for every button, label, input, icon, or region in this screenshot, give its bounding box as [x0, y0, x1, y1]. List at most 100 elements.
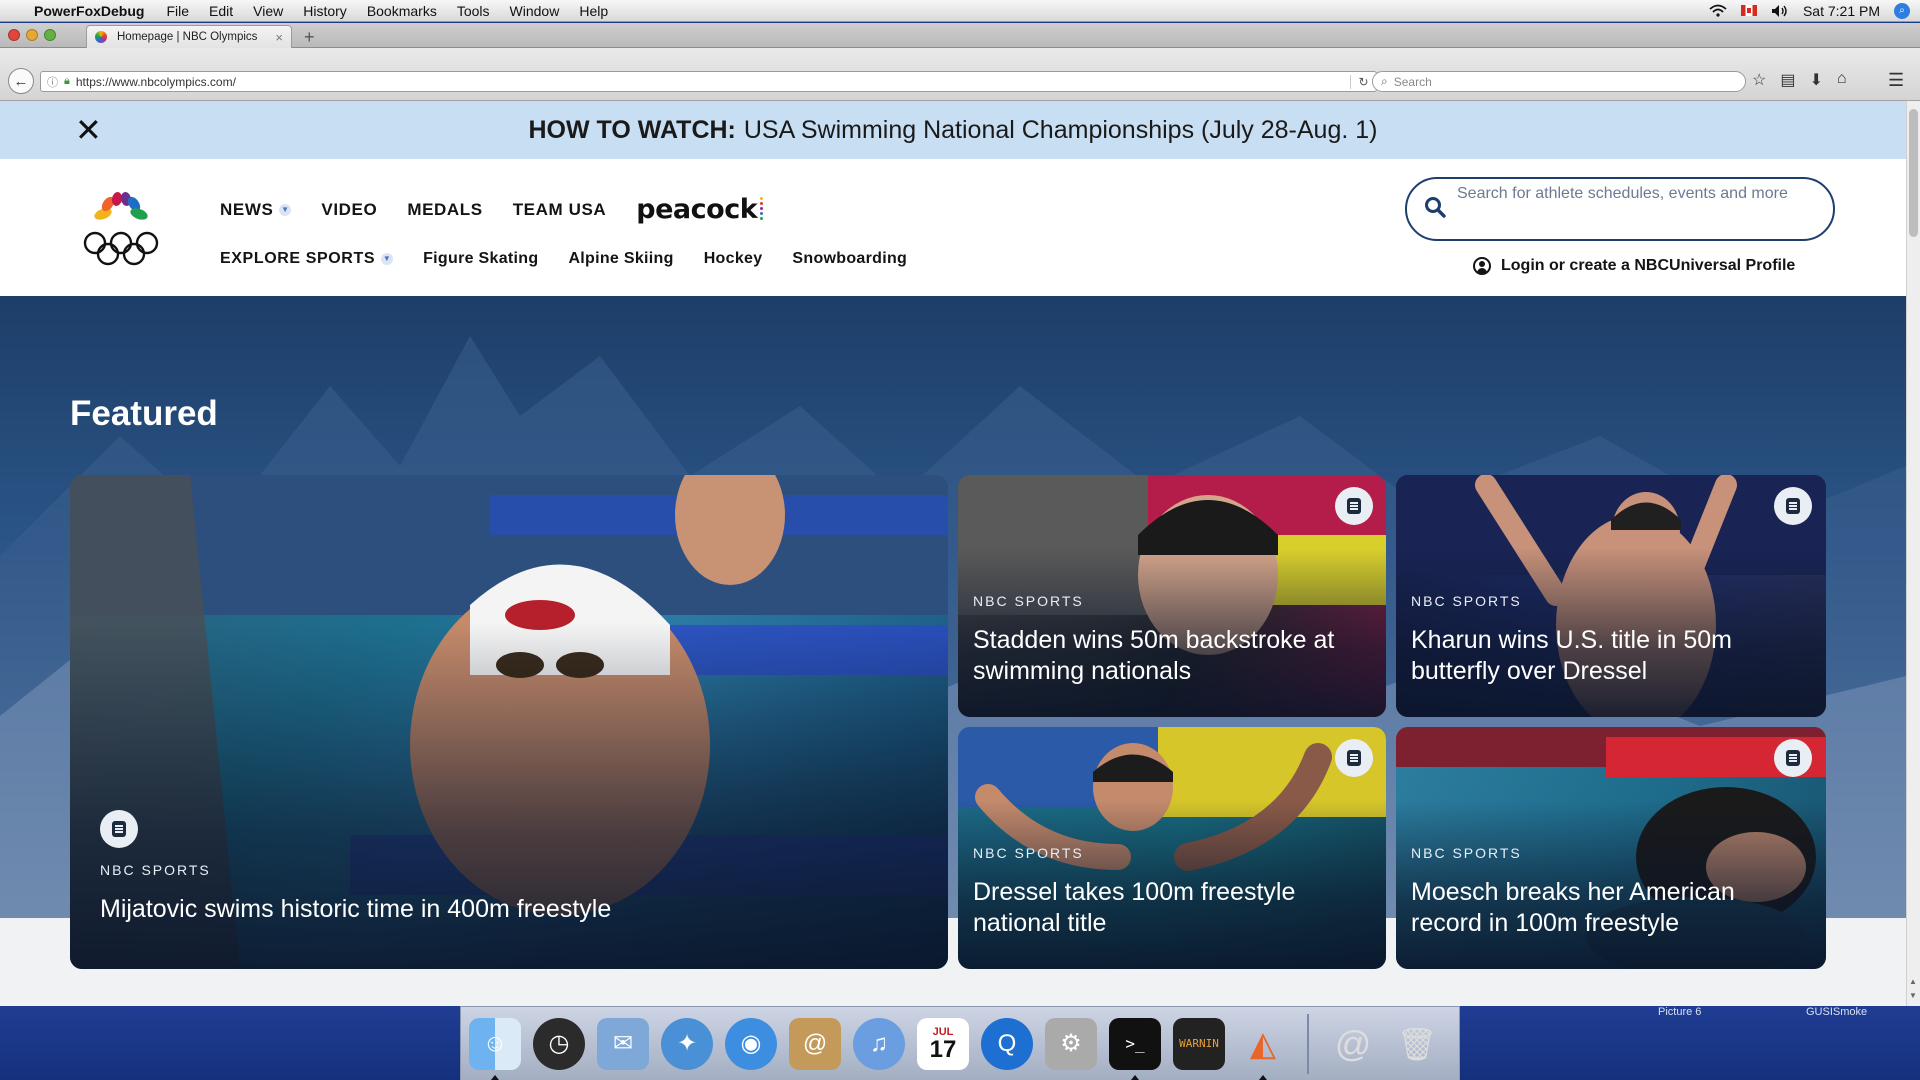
close-window-icon[interactable]: [8, 29, 20, 41]
chevron-down-icon: ▼: [279, 204, 292, 217]
back-button[interactable]: ←: [8, 68, 34, 94]
zoom-window-icon[interactable]: [44, 29, 56, 41]
quicktime-icon[interactable]: Q: [981, 1017, 1033, 1070]
user-icon: [1473, 257, 1491, 275]
menu-help[interactable]: Help: [579, 3, 608, 19]
dashboard-icon[interactable]: ◷: [533, 1017, 585, 1070]
card-source: NBC SPORTS: [100, 862, 211, 878]
menu-edit[interactable]: Edit: [209, 3, 233, 19]
nav-team-usa[interactable]: TEAM USA: [513, 200, 607, 220]
minimize-window-icon[interactable]: [26, 29, 38, 41]
page-scrollbar[interactable]: ▲ ▼: [1906, 101, 1920, 1006]
trash-icon[interactable]: 🗑︎: [1391, 1018, 1443, 1070]
system-preferences-icon[interactable]: ⚙: [1045, 1017, 1097, 1070]
card-title[interactable]: Dressel takes 100m freestyle national ti…: [973, 877, 1373, 939]
featured-card-main[interactable]: NBC SPORTS Mijatovic swims historic time…: [70, 475, 948, 969]
itunes-icon[interactable]: ♫: [853, 1017, 905, 1070]
search-icon[interactable]: [1424, 196, 1446, 218]
safari-icon[interactable]: ✦: [661, 1017, 713, 1070]
featured-card-5[interactable]: NBC SPORTS Moesch breaks her American re…: [1396, 727, 1826, 969]
desktop-file-label[interactable]: GUSISmoke: [1806, 1006, 1867, 1018]
banner-text[interactable]: USA Swimming National Championships (Jul…: [744, 116, 1378, 145]
browser-search-field[interactable]: ⌕ Search: [1372, 71, 1746, 92]
nbc-olympics-logo[interactable]: [82, 188, 160, 268]
card-title[interactable]: Moesch breaks her American record in 100…: [1411, 877, 1811, 939]
nav-explore-sports[interactable]: EXPLORE SPORTS ▼: [220, 250, 394, 268]
downloads-icon[interactable]: ⬇: [1809, 70, 1822, 90]
browser-search-placeholder[interactable]: Search: [1394, 75, 1432, 89]
peacock-dots-icon: [760, 197, 764, 220]
url-bar[interactable]: ⓘ 🔒︎ https://www.nbcolympics.com/ ↻: [40, 71, 1377, 92]
tab-nbc-olympics[interactable]: Homepage | NBC Olympics ×: [86, 25, 292, 48]
card-title[interactable]: Stadden wins 50m backstroke at swimming …: [973, 625, 1373, 687]
article-icon: [1335, 739, 1373, 777]
featured-card-2[interactable]: NBC SPORTS Stadden wins 50m backstroke a…: [958, 475, 1386, 717]
ichat-icon[interactable]: ◉: [725, 1017, 777, 1070]
menu-view[interactable]: View: [253, 3, 283, 19]
firefox-fox-icon[interactable]: ◭: [1237, 1018, 1289, 1080]
nav-video[interactable]: VIDEO: [321, 200, 377, 220]
terminal-icon[interactable]: >_: [1109, 1017, 1161, 1080]
site-info-icon[interactable]: ⓘ: [47, 74, 58, 90]
new-tab-button[interactable]: +: [304, 27, 315, 48]
tab-title: Homepage | NBC Olympics: [117, 31, 258, 43]
menu-window[interactable]: Window: [510, 3, 560, 19]
nav-medals[interactable]: MEDALS: [407, 200, 482, 220]
input-source-flag-icon[interactable]: [1740, 5, 1757, 16]
wifi-icon[interactable]: [1709, 4, 1727, 17]
home-icon[interactable]: ⌂: [1837, 70, 1847, 90]
scroll-up-icon[interactable]: ▲: [1909, 977, 1917, 986]
nav-sport-hockey[interactable]: Hockey: [704, 250, 763, 268]
menu-bookmarks[interactable]: Bookmarks: [367, 3, 437, 19]
nav-sport-figure-skating[interactable]: Figure Skating: [423, 250, 538, 268]
ical-icon[interactable]: JUL 17: [917, 1017, 969, 1070]
menu-tools[interactable]: Tools: [457, 3, 490, 19]
scrollbar-thumb[interactable]: [1909, 109, 1918, 237]
nbc-favicon-icon: [95, 31, 107, 43]
nav-news[interactable]: NEWS ▼: [220, 200, 292, 220]
scroll-down-icon[interactable]: ▼: [1909, 991, 1917, 1000]
banner-close-icon[interactable]: ✕: [75, 111, 102, 149]
finder-icon[interactable]: ☺: [469, 1017, 521, 1080]
dock-separator: [1307, 1013, 1309, 1074]
desktop-file-label[interactable]: Picture 6: [1658, 1006, 1701, 1018]
reading-list-icon[interactable]: ▤: [1780, 70, 1795, 90]
featured-card-4[interactable]: NBC SPORTS Dressel takes 100m freestyle …: [958, 727, 1386, 969]
login-text[interactable]: Login or create a NBCUniversal Profile: [1501, 257, 1795, 275]
menu-file[interactable]: File: [166, 3, 189, 19]
menu-hamburger-icon[interactable]: ☰: [1888, 70, 1904, 91]
featured-card-3[interactable]: NBC SPORTS Kharun wins U.S. title in 50m…: [1396, 475, 1826, 717]
console-icon[interactable]: WARNIN: [1173, 1017, 1225, 1070]
how-to-watch-banner[interactable]: ✕ HOW TO WATCH: USA Swimming National Ch…: [0, 101, 1906, 159]
tab-close-icon[interactable]: ×: [275, 30, 283, 45]
mac-dock: ☺ ◷ ✉ ✦ ◉ @ ♫ JUL 17 Q ⚙ >_ WARNIN ◭ @ 🗑…: [460, 1006, 1460, 1080]
spotlight-icon[interactable]: ⌕: [1894, 2, 1910, 19]
site-search-box[interactable]: [1405, 177, 1835, 241]
toolbar-icons: ☆ ▤ ⬇ ⌂: [1752, 70, 1847, 90]
calendar-day: 17: [929, 1035, 957, 1063]
site-search-input[interactable]: [1457, 183, 1827, 205]
nav-sport-alpine-skiing[interactable]: Alpine Skiing: [568, 250, 673, 268]
peacock-logo[interactable]: peacock: [636, 194, 764, 225]
article-icon: [1335, 487, 1373, 525]
chevron-down-icon: ▼: [381, 252, 394, 265]
volume-icon[interactable]: [1771, 4, 1789, 18]
menu-history[interactable]: History: [303, 3, 347, 19]
console-text: WARNIN: [1179, 1037, 1219, 1050]
nav-sport-snowboarding[interactable]: Snowboarding: [792, 250, 907, 268]
article-icon: [1774, 487, 1812, 525]
card-title[interactable]: Kharun wins U.S. title in 50m butterfly …: [1411, 625, 1811, 687]
bookmark-star-icon[interactable]: ☆: [1752, 70, 1766, 90]
url-text[interactable]: https://www.nbcolympics.com/: [76, 75, 236, 89]
menubar-clock[interactable]: Sat 7:21 PM: [1803, 3, 1880, 19]
address-book-icon[interactable]: @: [789, 1017, 841, 1070]
mail-icon[interactable]: ✉: [597, 1017, 649, 1070]
downloads-stack-icon[interactable]: @: [1327, 1018, 1379, 1070]
card-title[interactable]: Mijatovic swims historic time in 400m fr…: [100, 894, 920, 925]
app-name-menu[interactable]: PowerFoxDebug: [34, 3, 144, 19]
featured-heading: Featured: [70, 394, 218, 433]
browser-tabbar: Homepage | NBC Olympics × +: [0, 23, 1920, 48]
card-source: NBC SPORTS: [1411, 845, 1522, 861]
login-link[interactable]: Login or create a NBCUniversal Profile: [1473, 257, 1795, 275]
sports-nav: EXPLORE SPORTS ▼ Figure Skating Alpine Sk…: [220, 250, 907, 268]
